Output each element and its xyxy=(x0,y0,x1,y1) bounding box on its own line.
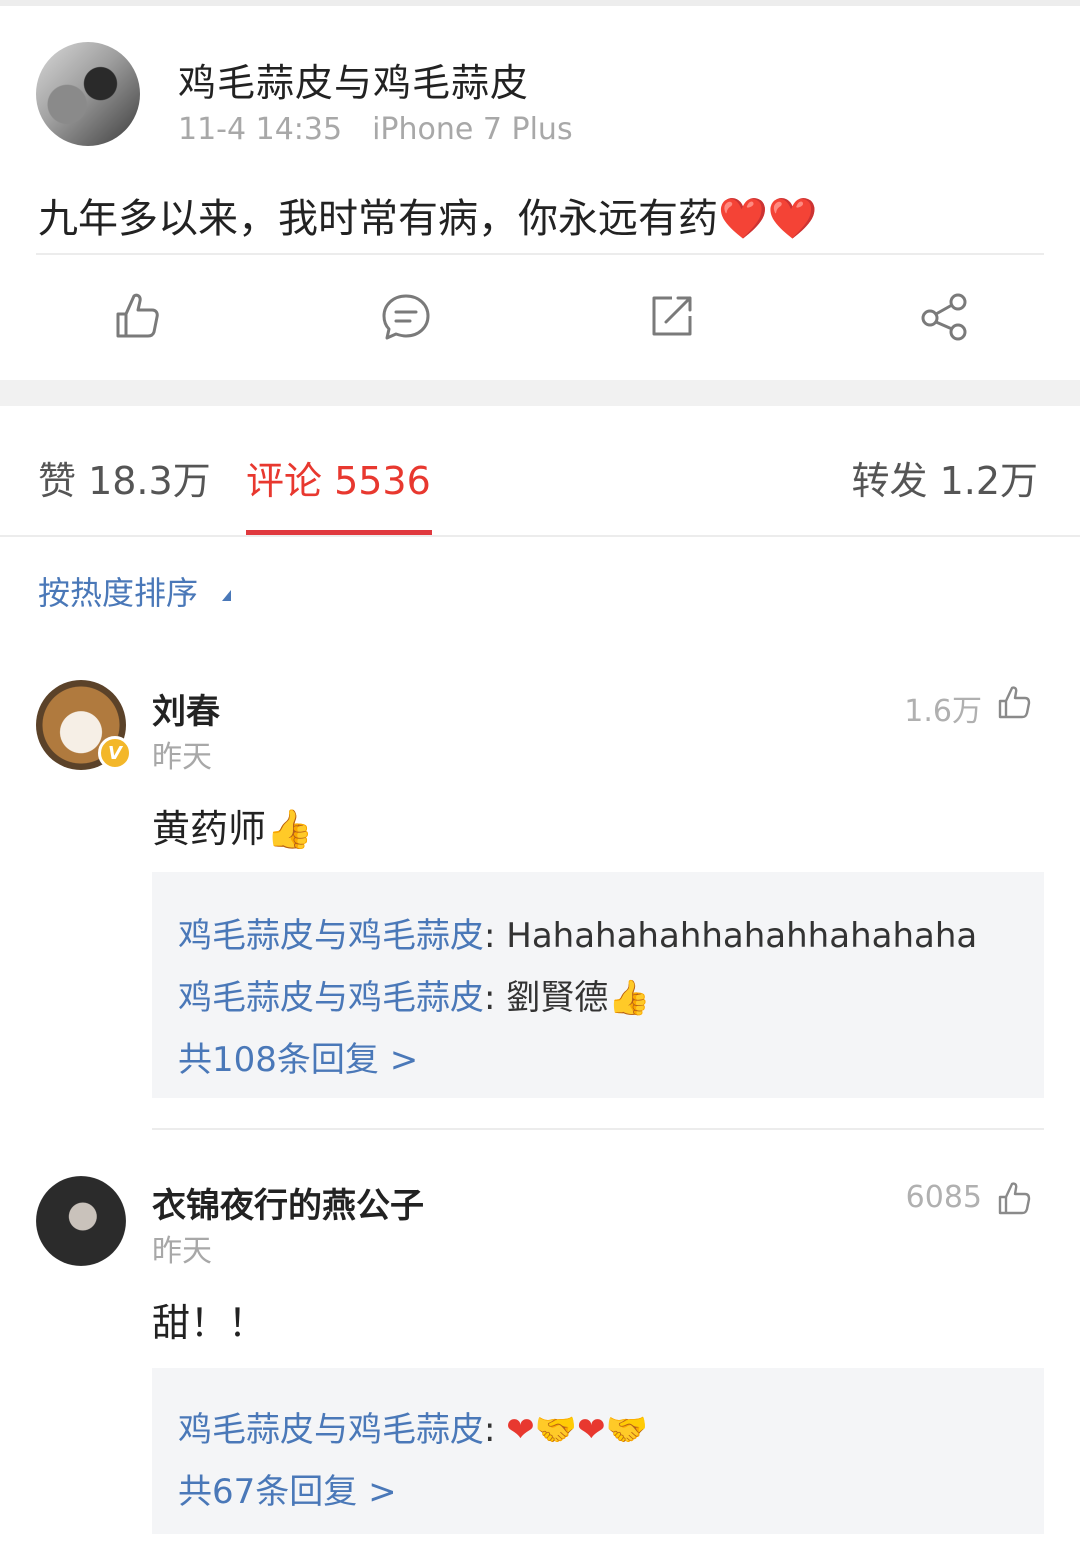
post-author-name[interactable]: 鸡毛蒜皮与鸡毛蒜皮 xyxy=(178,52,529,107)
comment-icon xyxy=(382,294,430,340)
top-edge xyxy=(0,0,1080,6)
verified-badge-icon: V xyxy=(98,736,132,770)
comment-like-icon[interactable] xyxy=(994,1178,1034,1218)
share-icon xyxy=(921,293,967,341)
divider xyxy=(152,1128,1044,1130)
reply-author[interactable]: 鸡毛蒜皮与鸡毛蒜皮 xyxy=(178,1410,484,1450)
post-author-avatar[interactable] xyxy=(36,42,140,146)
comment-author-name[interactable]: 刘春 xyxy=(152,684,220,733)
caret-down-icon[interactable] xyxy=(222,590,231,601)
comment-text-body: 黄药师 xyxy=(152,807,267,851)
reply-box[interactable]: 鸡毛蒜皮与鸡毛蒜皮: Hahahahahhahahhahahaha 鸡毛蒜皮与鸡… xyxy=(152,872,1044,1098)
post-meta: 11-4 14:35 iPhone 7 Plus xyxy=(178,112,573,147)
reply-separator: : xyxy=(484,978,507,1018)
share-button[interactable] xyxy=(914,286,974,346)
post-text: 九年多以来，我时常有病，你永远有药❤️❤️ xyxy=(38,186,818,244)
like-icon xyxy=(116,293,159,338)
comment-time: 昨天 xyxy=(152,740,212,775)
reply-text: Hahahahahhahahhahahaha xyxy=(506,916,978,956)
reply-separator: : xyxy=(484,916,507,956)
tab-reposts[interactable]: 转发 1.2万 xyxy=(851,450,1038,505)
thumbs-up-emoji: 👍 xyxy=(266,807,314,851)
more-replies-link[interactable]: 共67条回复 > xyxy=(178,1464,397,1513)
heart-handshake-emoji: ❤🤝❤🤝 xyxy=(506,1410,648,1450)
comment-button[interactable] xyxy=(376,286,436,346)
divider xyxy=(0,535,1080,537)
reply-author[interactable]: 鸡毛蒜皮与鸡毛蒜皮 xyxy=(178,978,484,1018)
avatar[interactable] xyxy=(36,1176,126,1266)
divider xyxy=(36,253,1044,255)
reply-box[interactable]: 鸡毛蒜皮与鸡毛蒜皮: ❤🤝❤🤝 共67条回复 > xyxy=(152,1368,1044,1534)
tab-likes[interactable]: 赞 18.3万 xyxy=(38,450,211,505)
repost-icon xyxy=(652,296,692,336)
tab-comments[interactable]: 评论 5536 xyxy=(246,450,431,505)
reply-text: 劉賢德 xyxy=(506,978,609,1018)
comment-author-name[interactable]: 衣锦夜行的燕公子 xyxy=(152,1178,424,1227)
section-separator xyxy=(0,380,1080,406)
reply-item[interactable]: 鸡毛蒜皮与鸡毛蒜皮: ❤🤝❤🤝 xyxy=(178,1402,648,1451)
post-device: iPhone 7 Plus xyxy=(372,112,573,147)
post-text-emoji: ❤️❤️ xyxy=(718,196,818,242)
reply-item[interactable]: 鸡毛蒜皮与鸡毛蒜皮: 劉賢德👍 xyxy=(178,970,651,1019)
repost-button[interactable] xyxy=(642,286,702,346)
like-button[interactable] xyxy=(106,286,166,346)
comment-like-count: 1.6万 xyxy=(904,694,982,729)
comment-like-count: 6085 xyxy=(905,1180,982,1215)
sort-dropdown[interactable]: 按热度排序 xyxy=(38,568,198,614)
comment-text: 黄药师👍 xyxy=(152,798,313,853)
post-text-body: 九年多以来，我时常有病，你永远有药 xyxy=(38,196,718,242)
reply-author[interactable]: 鸡毛蒜皮与鸡毛蒜皮 xyxy=(178,916,484,956)
comment-like-icon[interactable] xyxy=(994,682,1034,722)
more-replies-link[interactable]: 共108条回复 > xyxy=(178,1032,418,1081)
comment-time: 昨天 xyxy=(152,1234,212,1269)
comment-text: 甜！！ xyxy=(152,1301,267,1345)
reply-item[interactable]: 鸡毛蒜皮与鸡毛蒜皮: Hahahahahhahahhahahaha xyxy=(178,908,977,957)
thumbs-up-emoji: 👍 xyxy=(608,978,651,1018)
reply-separator: : xyxy=(484,1410,507,1450)
post-time: 11-4 14:35 xyxy=(178,112,343,147)
